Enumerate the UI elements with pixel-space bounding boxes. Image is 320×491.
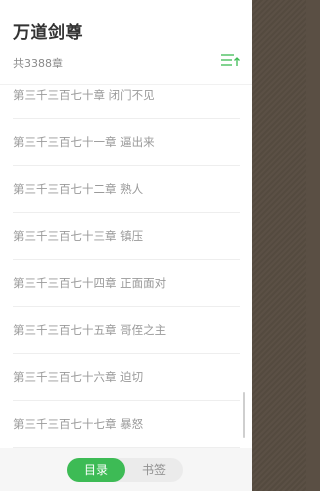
chapter-item[interactable]: 第三千三百七十二章 熟人 (13, 166, 240, 213)
chapter-title: 第三千三百七十章 闭门不见 (13, 88, 155, 102)
chapter-title: 第三千三百七十五章 哥侄之主 (13, 323, 167, 337)
chapter-title: 第三千三百七十七章 暴怒 (13, 417, 144, 431)
book-title: 万道剑尊 (13, 23, 83, 43)
chapter-title: 第三千三百七十二章 熟人 (13, 182, 144, 196)
chapter-item[interactable]: 第三千三百七十三章 镇压 (13, 213, 240, 260)
sort-order-button[interactable] (219, 51, 241, 69)
chapter-item[interactable]: 第三千三百七十六章 迫切 (13, 354, 240, 401)
chapter-count: 共3388章 (13, 57, 63, 70)
tab-toc[interactable]: 目录 (67, 458, 125, 482)
chapter-item[interactable]: 第三千三百七十章 闭门不见 (13, 72, 240, 119)
tab-switch: 目录 书签 (67, 458, 183, 482)
catalog-drawer: 万道剑尊 共3388章 第三千三百七十章 闭门不见 第三千三百七十一章 逼出来 … (0, 0, 252, 491)
chapter-item[interactable]: 第三千三百七十五章 哥侄之主 (13, 307, 240, 354)
chapter-title: 第三千三百七十三章 镇压 (13, 229, 144, 243)
bottom-bar: 目录 书签 (0, 448, 252, 491)
chapter-title: 第三千三百七十四章 正面面对 (13, 276, 167, 290)
chapter-item[interactable]: 第三千三百七十一章 逼出来 (13, 119, 240, 166)
chapter-item[interactable]: 第三千三百七十七章 暴怒 (13, 401, 240, 448)
backdrop-overlay[interactable] (252, 0, 306, 491)
chapter-title: 第三千三百七十六章 迫切 (13, 370, 144, 384)
scrollbar-thumb[interactable] (243, 392, 245, 438)
tab-bookmarks[interactable]: 书签 (125, 458, 183, 482)
chapter-title: 第三千三百七十一章 逼出来 (13, 135, 155, 149)
chapter-item[interactable]: 第三千三百七十四章 正面面对 (13, 260, 240, 307)
sort-order-icon (221, 54, 240, 66)
chapter-list[interactable]: 第三千三百七十章 闭门不见 第三千三百七十一章 逼出来 第三千三百七十二章 熟人… (0, 72, 252, 448)
